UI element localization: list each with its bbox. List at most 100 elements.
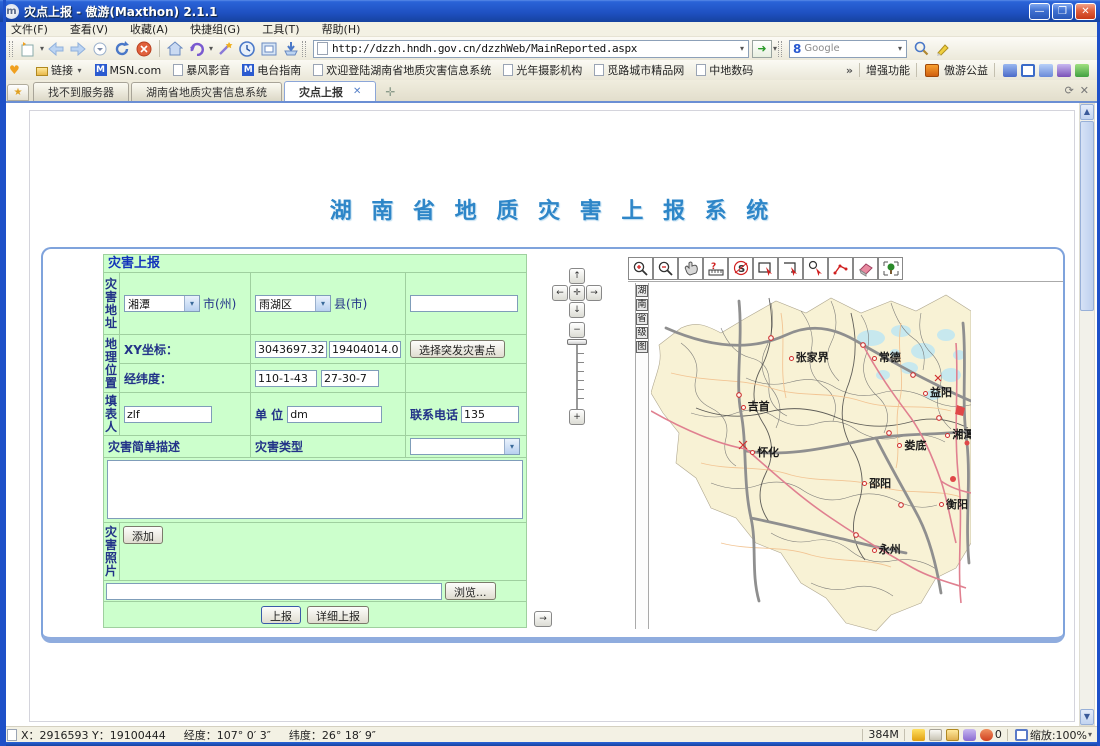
bookmark-item[interactable]: 中地数码: [696, 62, 753, 78]
charity-link[interactable]: 傲游公益: [944, 62, 988, 78]
menu-favorites[interactable]: 收藏(A): [130, 21, 168, 37]
undo-icon[interactable]: [187, 39, 207, 58]
window-panel-icon[interactable]: [1021, 64, 1035, 77]
capture-icon[interactable]: [259, 39, 279, 58]
zoom-slider-track[interactable]: [576, 345, 578, 411]
pan-right-button[interactable]: →: [586, 285, 602, 301]
pan-down-button[interactable]: ↓: [569, 302, 585, 318]
restore-button[interactable]: ❐: [1052, 3, 1073, 20]
popup-windows-icon[interactable]: [929, 729, 942, 741]
zoom-out-slider-button[interactable]: −: [569, 322, 585, 338]
skin-icon[interactable]: [1075, 64, 1089, 77]
zoom-in-slider-button[interactable]: +: [569, 409, 585, 425]
tab-info-system[interactable]: 湖南省地质灾害信息系统: [131, 82, 282, 101]
zoom-window-icon[interactable]: [1015, 729, 1028, 741]
refresh-icon[interactable]: [112, 39, 132, 58]
go-button[interactable]: ➜: [752, 40, 772, 58]
bookmark-item[interactable]: 欢迎登陆湖南省地质灾害信息系统: [313, 62, 491, 78]
chevron-down-icon[interactable]: ▾: [315, 296, 330, 311]
chevron-down-icon[interactable]: ▾: [504, 439, 519, 454]
phone-input[interactable]: [461, 406, 519, 423]
county-select[interactable]: 雨湖区▾: [255, 295, 331, 312]
plugin-v-icon[interactable]: [1057, 64, 1071, 77]
home-icon[interactable]: [165, 39, 185, 58]
reporter-name-input[interactable]: [124, 406, 212, 423]
close-button[interactable]: ✕: [1075, 3, 1096, 20]
highlight-icon[interactable]: [933, 39, 953, 58]
pan-hand-icon[interactable]: [678, 257, 703, 280]
city-select[interactable]: 湘潭▾: [124, 295, 200, 312]
address-detail-input[interactable]: [410, 295, 518, 312]
notes-icon[interactable]: [1039, 64, 1053, 77]
menu-file[interactable]: 文件(F): [11, 21, 48, 37]
vertical-scrollbar[interactable]: ▲ ▼: [1079, 103, 1095, 726]
menu-tools[interactable]: 工具(T): [262, 21, 299, 37]
chevron-down-icon[interactable]: ▾: [184, 296, 199, 311]
longitude-input[interactable]: [255, 370, 317, 387]
hunan-map[interactable]: 张家界常德益阳吉首怀化娄底湘潭邵阳衡阳永州: [651, 283, 971, 632]
zoom-out-icon[interactable]: [653, 257, 678, 280]
zoom-in-icon[interactable]: [628, 257, 653, 280]
zoom-level[interactable]: 缩放:100%: [1030, 727, 1087, 743]
identify-icon[interactable]: [803, 257, 828, 280]
bookmark-item[interactable]: 光年摄影机构: [503, 62, 582, 78]
scrollbar-thumb[interactable]: [1080, 121, 1094, 311]
scale-icon[interactable]: S: [728, 257, 753, 280]
bookmarks-overflow-icon[interactable]: »: [846, 64, 853, 77]
new-tab-button[interactable]: ✛: [381, 85, 399, 101]
measure-icon[interactable]: ?: [703, 257, 728, 280]
full-extent-icon[interactable]: [878, 257, 903, 280]
filter-icon[interactable]: [963, 729, 976, 741]
eraser-icon[interactable]: [853, 257, 878, 280]
magic-wand-icon[interactable]: [215, 39, 235, 58]
bookmark-item[interactable]: 觅路城市精品网: [594, 62, 684, 78]
pan-up-button[interactable]: ↑: [569, 268, 585, 284]
forward-icon[interactable]: [68, 39, 88, 58]
pan-center-button[interactable]: ✛: [569, 285, 585, 301]
browse-button[interactable]: 浏览...: [445, 582, 496, 600]
new-tab-dropdown-icon[interactable]: ▾: [40, 44, 44, 53]
latitude-input[interactable]: [321, 370, 379, 387]
scroll-down-icon[interactable]: ▼: [1080, 709, 1094, 725]
tab-disaster-report[interactable]: 灾点上报✕: [284, 81, 376, 101]
disaster-type-select[interactable]: ▾: [410, 438, 520, 455]
enhance-menu[interactable]: 增强功能: [866, 62, 910, 78]
messenger-icon[interactable]: [1003, 64, 1017, 77]
history-clock-icon[interactable]: [237, 39, 257, 58]
submit-button[interactable]: 上报: [261, 606, 301, 624]
new-tab-icon[interactable]: [18, 39, 38, 58]
back-icon[interactable]: [46, 39, 66, 58]
undo-dropdown-icon[interactable]: ▾: [209, 44, 213, 53]
history-dropdown-icon[interactable]: [90, 39, 110, 58]
menu-help[interactable]: 帮助(H): [322, 21, 361, 37]
search-box[interactable]: 8 Google ▾: [789, 40, 907, 58]
tab-list-icon[interactable]: ⟳: [1065, 84, 1074, 97]
bookmark-item[interactable]: M电台指南: [242, 62, 301, 78]
pick-disaster-point-button[interactable]: 选择突发灾害点: [410, 340, 505, 358]
detail-submit-button[interactable]: 详细上报: [307, 606, 369, 624]
layer-button[interactable]: 图: [636, 341, 648, 353]
layer-button[interactable]: 湖: [636, 285, 648, 297]
links-folder[interactable]: 链接 ▾: [36, 62, 83, 78]
scroll-up-icon[interactable]: ▲: [1080, 104, 1094, 120]
clear-select-icon[interactable]: [778, 257, 803, 280]
y-coordinate-input[interactable]: [329, 341, 401, 358]
layer-button[interactable]: 省: [636, 313, 648, 325]
layer-button[interactable]: 级: [636, 327, 648, 339]
x-coordinate-input[interactable]: [255, 341, 327, 358]
zoom-dropdown-icon[interactable]: ▾: [1088, 730, 1092, 739]
select-rect-icon[interactable]: [753, 257, 778, 280]
folder-icon[interactable]: [946, 729, 959, 741]
tabbar-close-icon[interactable]: ✕: [1080, 84, 1089, 97]
search-icon[interactable]: [911, 39, 931, 58]
photo-file-input[interactable]: [106, 583, 442, 600]
search-dropdown-icon[interactable]: ▾: [898, 44, 902, 53]
bookmark-item[interactable]: MMSN.com: [95, 64, 162, 77]
add-photo-button[interactable]: 添加: [123, 526, 163, 544]
search-input[interactable]: Google: [804, 43, 897, 54]
bookmark-item[interactable]: 暴风影音: [173, 62, 230, 78]
menu-view[interactable]: 查看(V): [70, 21, 108, 37]
address-url[interactable]: http://dzzh.hndh.gov.cn/dzzhWeb/MainRepo…: [332, 42, 739, 55]
download-icon[interactable]: [281, 39, 301, 58]
boost-icon[interactable]: [912, 729, 925, 741]
